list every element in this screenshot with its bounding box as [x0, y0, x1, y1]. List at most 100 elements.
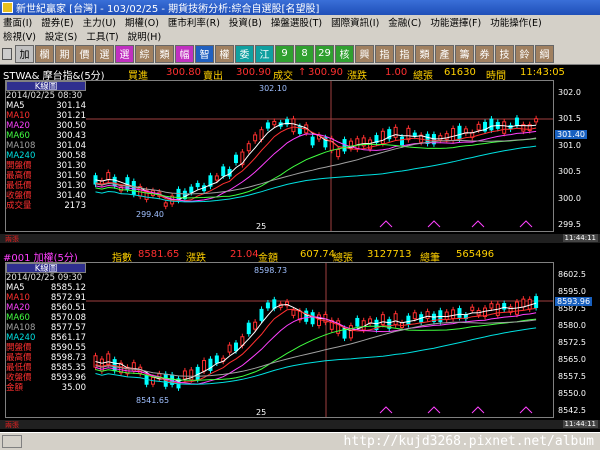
toolbar-button-20[interactable]: 類 [415, 44, 434, 63]
candle-body [304, 310, 309, 322]
toolbar-button-2[interactable]: 期 [55, 44, 74, 63]
candle-body [259, 308, 264, 321]
menu-item-a-0[interactable]: 畫面(I) [3, 15, 32, 29]
toolbar-button-11[interactable]: 委 [235, 44, 254, 63]
info-value: 8585.12 [50, 283, 86, 293]
info-key: MA60 [6, 313, 30, 323]
document-icon[interactable] [2, 47, 12, 60]
kline-chart-taiex[interactable]: 8598.73 8541.65 25 [5, 262, 554, 418]
panel-footer-taiex: 兩張 11:44:11 [0, 420, 600, 429]
candle-body [246, 143, 251, 152]
toolbar-button-1[interactable]: 欄 [35, 44, 54, 63]
toolbar-button-22[interactable]: 籌 [455, 44, 474, 63]
candle-body [380, 314, 385, 325]
ma10-line [95, 126, 537, 202]
ma108-line [95, 137, 537, 195]
toolbar-button-6[interactable]: 綜 [135, 44, 154, 63]
info-key: 最高價 [6, 171, 32, 181]
toolbar-button-23[interactable]: 券 [475, 44, 494, 63]
candle-body [131, 181, 136, 195]
info-row: MA240 8561.17 [6, 333, 86, 343]
menu-item-a-3[interactable]: 期權(O) [125, 15, 159, 29]
y-tick-label: 300.5 [558, 167, 581, 177]
menu-item-a-10[interactable]: 功能操作(E) [490, 15, 541, 29]
info-value: 8598.73 [50, 353, 86, 363]
info-value: 301.14 [56, 101, 86, 111]
chart-panel-stwa: STWA& 摩台指&(5分) 買進 300.80 賣出 300.90 成交 ↑ … [0, 66, 600, 244]
count-value: 565496 [456, 249, 495, 260]
menu-item-a-5[interactable]: 投資(B) [229, 15, 262, 29]
candle-body [253, 134, 258, 142]
toolbar-button-18[interactable]: 指 [375, 44, 394, 63]
ma240-line [95, 327, 537, 385]
candle-body [476, 123, 481, 131]
candle-body [412, 312, 417, 320]
toolbar-button-15[interactable]: 29 [315, 44, 334, 63]
menu-item-a-7[interactable]: 國際資訊(I) [331, 15, 379, 29]
info-row: 最低價 8585.35 [6, 363, 86, 373]
toolbar-button-21[interactable]: 產 [435, 44, 454, 63]
kline-svg-stwa[interactable]: 302.10 299.40 25 [6, 81, 553, 231]
candle-body [380, 130, 385, 145]
candle-body [406, 127, 411, 141]
menu-item-a-9[interactable]: 功能選擇(F) [430, 15, 481, 29]
candle-body [265, 122, 270, 129]
menu-item-a-6[interactable]: 操盤選股(T) [271, 15, 322, 29]
menu-item-b-2[interactable]: 工具(T) [86, 29, 118, 43]
toolbar-button-0[interactable]: 加 [15, 44, 34, 63]
toolbar-button-16[interactable]: 核 [335, 44, 354, 63]
info-key: MA60 [6, 131, 30, 141]
candle-body [253, 321, 258, 330]
toolbar-button-13[interactable]: 9 [275, 44, 294, 63]
info-row: MA20 8560.51 [6, 303, 86, 313]
toolbar-button-25[interactable]: 鈴 [515, 44, 534, 63]
toolbar-button-3[interactable]: 價 [75, 44, 94, 63]
signal-marker [427, 406, 441, 414]
menu-item-a-8[interactable]: 金融(C) [388, 15, 421, 29]
candle-body [457, 308, 462, 318]
toolbar-button-9[interactable]: 智 [195, 44, 214, 63]
ma10-line [95, 307, 537, 384]
bid-value: 300.80 [166, 67, 201, 78]
y-tick-label: 301.0 [558, 140, 581, 150]
candle-body [438, 135, 443, 141]
toolbar-button-24[interactable]: 技 [495, 44, 514, 63]
info-value: 300.58 [56, 151, 86, 161]
toolbar-button-8[interactable]: 幅 [175, 44, 194, 63]
menubar: 畫面(I) 證券(E) 主力(U) 期權(O) 匯市利率(R) 投資(B) 操盤選股(T) 國… [0, 15, 600, 43]
toolbar-button-4[interactable]: 選 [95, 44, 114, 63]
info-row: MA108 8577.57 [6, 323, 86, 333]
toolbar-button-7[interactable]: 類 [155, 44, 174, 63]
info-value: 301.40 [56, 191, 86, 201]
time-value: 11:43:05 [520, 67, 565, 78]
info-key: MA20 [6, 303, 30, 313]
info-value: 8570.08 [50, 313, 86, 323]
menu-item-b-0[interactable]: 檢視(V) [3, 29, 36, 43]
candle-body [400, 136, 405, 146]
current-price-tag: 301.40 [555, 130, 587, 140]
kline-chart-stwa[interactable]: 302.10 299.40 25 [5, 80, 554, 232]
info-row: MA5 301.14 [6, 101, 86, 111]
toolbar-button-19[interactable]: 指 [395, 44, 414, 63]
info-value: 8590.55 [50, 343, 86, 353]
kline-svg-taiex[interactable]: 8598.73 8541.65 25 [6, 263, 553, 417]
high-annotation: 8598.73 [254, 266, 287, 275]
menu-item-a-1[interactable]: 證券(E) [41, 15, 73, 29]
menu-item-b-3[interactable]: 說明(H) [128, 29, 162, 43]
candle-body [233, 154, 238, 164]
info-value: 8561.17 [50, 333, 86, 343]
toolbar-button-12[interactable]: 江 [255, 44, 274, 63]
toolbar-button-14[interactable]: 8 [295, 44, 314, 63]
menu-item-b-1[interactable]: 設定(S) [45, 29, 77, 43]
menu-item-a-2[interactable]: 主力(U) [83, 15, 116, 29]
menu-item-a-4[interactable]: 匯市利率(R) [168, 15, 220, 29]
candle-body [355, 317, 360, 327]
toolbar-button-5[interactable]: 選 [115, 44, 134, 63]
toolbar-button-17[interactable]: 興 [355, 44, 374, 63]
info-value: 8572.91 [50, 293, 86, 303]
quote-header-stwa: STWA& 摩台指&(5分) 買進 300.80 賣出 300.90 成交 ↑ … [0, 67, 600, 82]
toolbar-button-10[interactable]: 權 [215, 44, 234, 63]
info-key: MA5 [6, 101, 25, 111]
toolbar-button-26[interactable]: 綱 [535, 44, 554, 63]
info-value: 301.50 [56, 171, 86, 181]
